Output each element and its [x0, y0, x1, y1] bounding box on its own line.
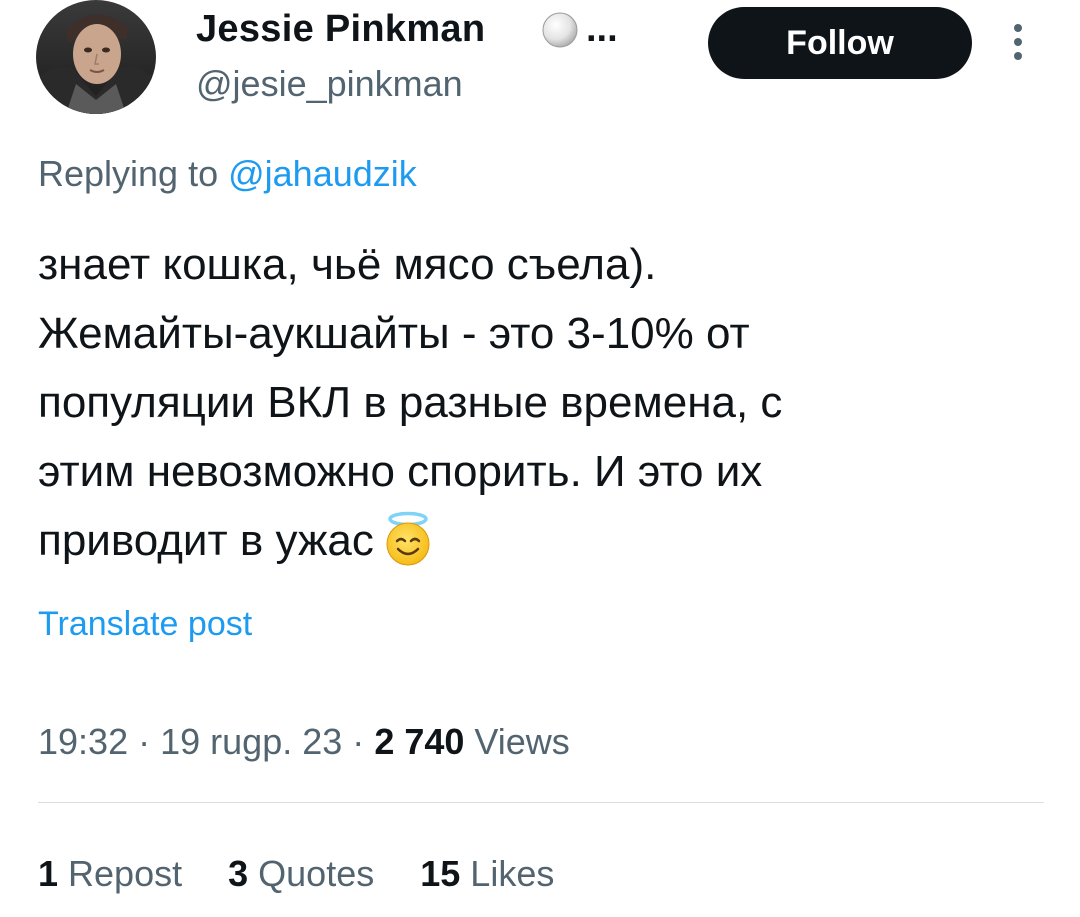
meta-separator: ·: [138, 721, 151, 762]
likes-label: Likes: [470, 853, 555, 894]
reposts-stat[interactable]: 1 Repost: [38, 850, 182, 898]
smiling-face-with-halo-icon: [382, 511, 434, 567]
reply-mention-link[interactable]: @jahaudzik: [228, 153, 417, 194]
quotes-label: Quotes: [258, 853, 375, 894]
divider: [38, 802, 1044, 803]
vertical-ellipsis-icon: [1014, 24, 1022, 60]
views-label: Views: [474, 721, 570, 762]
quotes-stat[interactable]: 3 Quotes: [228, 850, 374, 898]
name-truncation: ...: [586, 8, 618, 50]
user-handle[interactable]: @jesie_pinkman: [196, 62, 463, 106]
avatar[interactable]: [36, 0, 156, 114]
profile-photo: [36, 0, 156, 114]
tweet-meta: 19:32 · 19 rugp. 23 · 2 740 Views: [38, 718, 570, 766]
reply-context: Replying to @jahaudzik: [38, 152, 417, 196]
reposts-count: 1: [38, 853, 59, 894]
quotes-count: 3: [228, 853, 249, 894]
likes-count: 15: [420, 853, 461, 894]
tweet-line: Жемайты-аукшайты - это 3-10% от: [38, 309, 750, 358]
tweet-line: этим невозможно спорить. И это их: [38, 447, 763, 496]
reposts-label: Repost: [68, 853, 183, 894]
likes-stat[interactable]: 15 Likes: [420, 850, 554, 898]
more-options-button[interactable]: [1000, 20, 1036, 68]
display-name[interactable]: Jessie Pinkman: [196, 6, 485, 52]
follow-button[interactable]: Follow: [708, 7, 972, 79]
tweet-line: популяции ВКЛ в разные времена, с: [38, 378, 783, 427]
engagement-stats: 1 Repost 3 Quotes 15 Likes: [38, 850, 590, 898]
tweet-line: приводит в ужас: [38, 516, 374, 565]
tweet-line: знает кошка, чьё мясо съела).: [38, 240, 657, 289]
translate-post-link[interactable]: Translate post: [38, 602, 252, 646]
tweet-line-last: приводит в ужас: [38, 506, 1048, 575]
tweet-time[interactable]: 19:32: [38, 721, 128, 762]
reply-prefix: Replying to: [38, 153, 229, 194]
tweet-date[interactable]: 19 rugp. 23: [160, 721, 342, 762]
white-ball-icon: [538, 6, 582, 50]
views-count: 2 740: [374, 721, 465, 762]
meta-separator: ·: [352, 721, 365, 762]
tweet-text: знает кошка, чьё мясо съела). Жемайты-ау…: [38, 230, 1048, 575]
